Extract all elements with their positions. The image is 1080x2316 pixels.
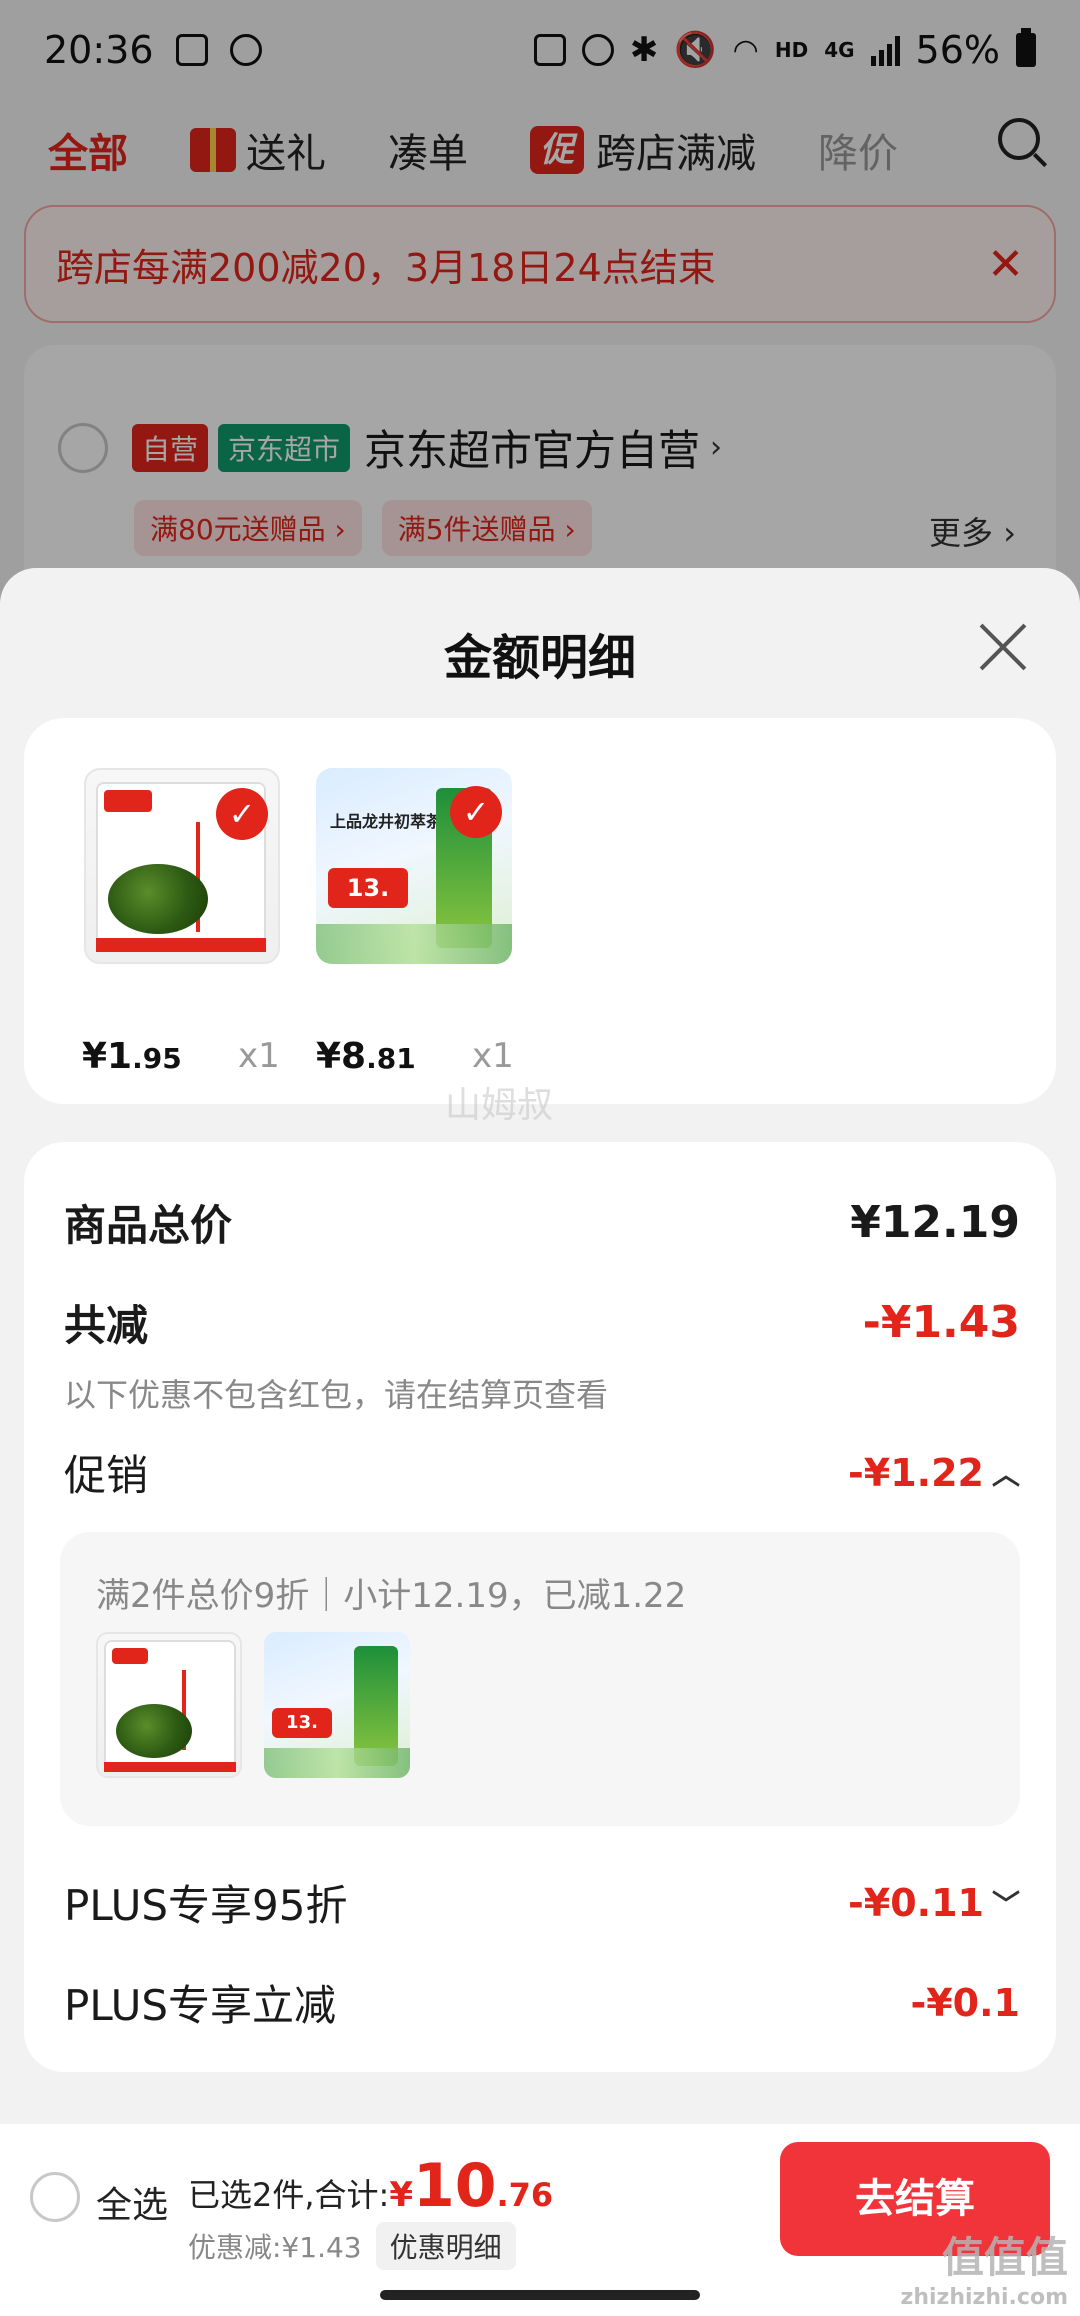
watermark-logo-text: 值值值 [941, 2233, 1068, 2282]
total-price-value: ¥12.19 [850, 1197, 1020, 1248]
close-icon[interactable] [976, 620, 1030, 674]
product-tag-price: 13. [328, 868, 408, 908]
price-int: ¥8 [316, 1036, 367, 1077]
leaves-image [264, 1748, 410, 1778]
amount-breakdown-card: 商品总价 ¥12.19 共减 -¥1.43 以下优惠不包含红包，请在结算页查看 … [24, 1142, 1056, 2072]
promotion-label: 促销 [64, 1451, 149, 1500]
plus-discount-label: PLUS专享95折 [64, 1881, 348, 1930]
plus-instant-row: PLUS专享立减 -¥0.1 [64, 1972, 1020, 2033]
check-icon: ✓ [450, 786, 502, 838]
select-all-radio[interactable] [30, 2172, 80, 2222]
amount-detail-sheet: 金额明细 ✓ ¥1.95 x1 上品龙井初萃茶多酚 13. ✓ ¥8.81 x1… [0, 568, 1080, 2124]
selected-prefix: 已选2件,合计: [188, 2176, 390, 2214]
discount-summary: 优惠减:¥1.43 优惠明细 [188, 2222, 516, 2270]
package-stripe [104, 1762, 236, 1772]
watermark-text: 山姆叔 [445, 1085, 554, 1126]
package-stripe [96, 938, 266, 952]
price-int: ¥1 [82, 1036, 133, 1077]
selected-total: 已选2件,合计: ¥ 10 .76 [188, 2151, 554, 2221]
reduce-note: 以下优惠不包含红包，请在结算页查看 [64, 1376, 609, 1414]
product-price-1: ¥1.95 [82, 1036, 182, 1077]
promo-thumb-seaweed [96, 1632, 242, 1778]
corner-watermark: 值值值 zhizhizhi.com [901, 2224, 1068, 2310]
plus-instant-value: -¥0.1 [910, 1980, 1020, 2025]
total-yen: ¥ [389, 2175, 413, 2215]
plus-instant-label: PLUS专享立减 [64, 1981, 337, 2030]
plus-discount-row[interactable]: PLUS专享95折 -¥0.11 ﹀ [64, 1872, 1020, 1933]
product-thumb-toothpaste[interactable]: 上品龙井初萃茶多酚 13. ✓ [316, 768, 512, 964]
discount-detail-button[interactable]: 优惠明细 [375, 2222, 516, 2270]
discount-text: 优惠减:¥1.43 [188, 2231, 362, 2264]
reduce-label: 共减 [64, 1301, 149, 1350]
total-reduce-row: 共减 -¥1.43 [64, 1292, 1020, 1353]
watermark-url: zhizhizhi.com [900, 2285, 1068, 2310]
reduce-value: -¥1.43 [862, 1297, 1020, 1348]
total-dec: .76 [496, 2176, 554, 2214]
seaweed-image [108, 864, 208, 934]
package-image [104, 1640, 236, 1772]
plus-discount-value: -¥0.11 [848, 1880, 984, 1925]
promotion-detail-box: 满2件总价9折｜小计12.19，已减1.22 13. [60, 1532, 1020, 1826]
select-all-label[interactable]: 全选 [96, 2176, 168, 2228]
brand-logo [112, 1648, 148, 1664]
price-dec: .81 [366, 1042, 416, 1075]
seaweed-image [116, 1704, 192, 1758]
leaves-image [316, 924, 512, 964]
product-qty-1: x1 [238, 1036, 280, 1076]
price-dec: .95 [132, 1042, 182, 1075]
chevron-up-icon: ︿ [991, 1457, 1020, 1491]
home-indicator[interactable] [380, 2290, 700, 2300]
product-qty-2: x1 [472, 1036, 514, 1076]
total-price-row: 商品总价 ¥12.19 [64, 1192, 1020, 1253]
promo-thumb-toothpaste: 13. [264, 1632, 410, 1778]
product-price-2: ¥8.81 [316, 1036, 416, 1077]
promotion-value: -¥1.22 [848, 1450, 984, 1495]
selected-products-card: ✓ ¥1.95 x1 上品龙井初萃茶多酚 13. ✓ ¥8.81 x1 [24, 718, 1056, 1104]
chevron-down-icon: ﹀ [991, 1887, 1020, 1921]
total-int: 10 [413, 2151, 497, 2221]
product-tag-price: 13. [272, 1708, 332, 1738]
total-price-label: 商品总价 [64, 1201, 233, 1250]
brand-logo [104, 790, 152, 812]
check-icon: ✓ [216, 788, 268, 840]
product-thumb-seaweed[interactable]: ✓ [84, 768, 280, 964]
promotion-row[interactable]: 促销 -¥1.22 ︿ [64, 1442, 1020, 1503]
sheet-title: 金额明细 [443, 630, 636, 686]
promotion-detail-text: 满2件总价9折｜小计12.19，已减1.22 [96, 1576, 687, 1616]
